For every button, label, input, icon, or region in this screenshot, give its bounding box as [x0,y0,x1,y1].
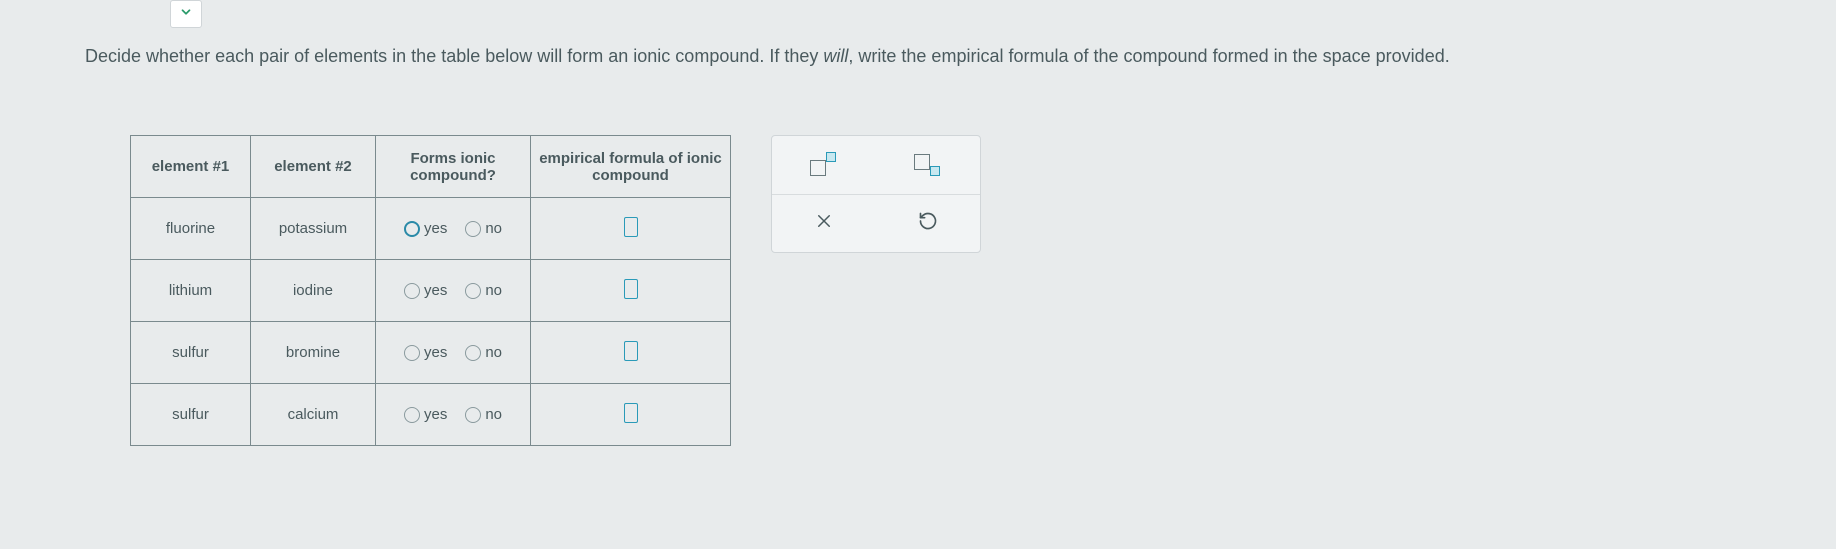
element2-cell: iodine [251,260,376,322]
superscript-tool-button[interactable] [799,145,849,185]
table-row: sulfur bromine yes no [131,322,731,384]
radio-label-no: no [485,344,502,361]
element1-cell: lithium [131,260,251,322]
radio-no[interactable]: no [465,344,502,361]
header-element2: element #2 [251,136,376,198]
x-icon [815,212,833,236]
formula-input[interactable] [624,217,638,237]
radio-circle-icon [465,221,481,237]
radio-label-yes: yes [424,344,447,361]
radio-yes[interactable]: yes [404,406,447,423]
instructions-prefix: Decide whether each pair of elements in … [85,46,823,66]
radio-circle-icon [404,345,420,361]
element2-cell: potassium [251,198,376,260]
header-empirical-formula: empirical formula of ionic compound [531,136,731,198]
radio-label-yes: yes [424,220,447,237]
tool-panel [771,135,981,253]
radio-circle-icon [404,407,420,423]
radio-label-yes: yes [424,406,447,423]
radio-no[interactable]: no [465,282,502,299]
formula-input[interactable] [624,279,638,299]
radio-no[interactable]: no [465,406,502,423]
element1-cell: sulfur [131,384,251,446]
header-forms-ionic: Forms ionic compound? [376,136,531,198]
instructions-italic: will [823,46,848,66]
subscript-tool-button[interactable] [903,145,953,185]
element2-cell: bromine [251,322,376,384]
radio-circle-icon [465,283,481,299]
radio-circle-icon [465,345,481,361]
dropdown-toggle-button[interactable] [170,0,202,28]
reset-icon [918,211,938,237]
clear-button[interactable] [799,204,849,244]
radio-circle-icon [465,407,481,423]
header-element1: element #1 [131,136,251,198]
element2-cell: calcium [251,384,376,446]
element1-cell: sulfur [131,322,251,384]
elements-table: element #1 element #2 Forms ionic compou… [130,135,731,446]
chevron-down-icon [179,5,193,24]
radio-no[interactable]: no [465,220,502,237]
table-row: fluorine potassium yes no [131,198,731,260]
radio-yes[interactable]: yes [404,282,447,299]
formula-input[interactable] [624,403,638,423]
radio-label-no: no [485,282,502,299]
subscript-icon [910,150,946,180]
radio-circle-icon [404,283,420,299]
table-row: lithium iodine yes no [131,260,731,322]
formula-input[interactable] [624,341,638,361]
table-row: sulfur calcium yes no [131,384,731,446]
instructions-text: Decide whether each pair of elements in … [85,44,1776,69]
radio-label-no: no [485,220,502,237]
element1-cell: fluorine [131,198,251,260]
radio-label-yes: yes [424,282,447,299]
superscript-icon [806,150,842,180]
radio-circle-icon [404,221,420,237]
radio-label-no: no [485,406,502,423]
radio-yes[interactable]: yes [404,344,447,361]
instructions-suffix: , write the empirical formula of the com… [848,46,1449,66]
radio-yes[interactable]: yes [404,220,447,237]
reset-button[interactable] [903,204,953,244]
